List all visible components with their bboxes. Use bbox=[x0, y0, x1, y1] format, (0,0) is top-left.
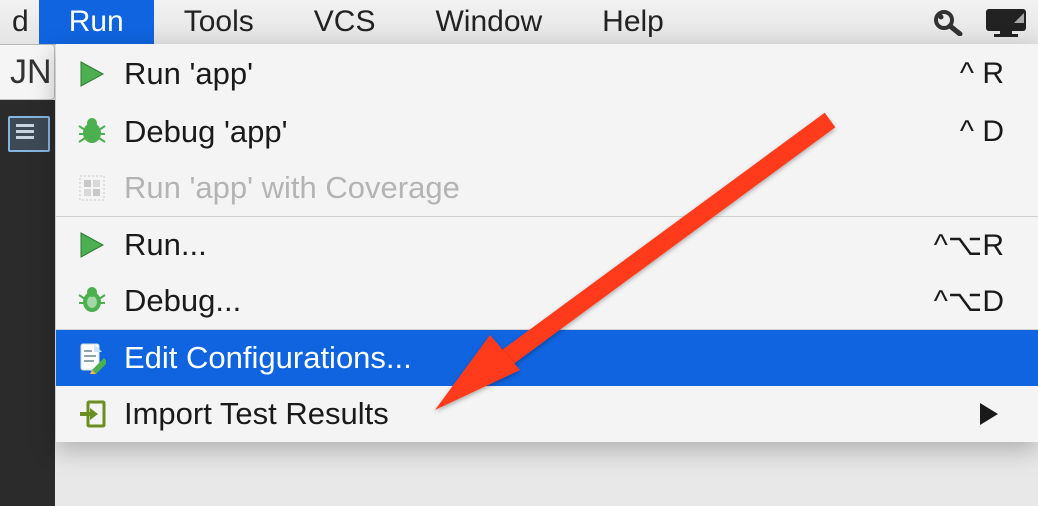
menu-item-help[interactable]: Help bbox=[572, 0, 694, 44]
import-icon bbox=[68, 400, 116, 428]
menu-item-label: Edit Configurations... bbox=[124, 340, 1038, 376]
play-icon bbox=[68, 60, 116, 88]
menu-item-label: Debug 'app' bbox=[124, 114, 960, 150]
screen-share-icon[interactable] bbox=[974, 7, 1038, 37]
menu-item-debug-choose[interactable]: Debug... ^⌥D bbox=[56, 273, 1038, 329]
menu-item-shortcut: ^⌥D bbox=[934, 284, 1004, 319]
menu-item-label: Window bbox=[435, 5, 542, 39]
menu-item-label: VCS bbox=[314, 5, 376, 39]
spotlight-icon[interactable] bbox=[924, 8, 974, 36]
menu-item-shortcut: ^ D bbox=[960, 115, 1004, 149]
menu-item-label: Debug... bbox=[124, 283, 934, 319]
menu-item-run-choose[interactable]: Run... ^⌥R bbox=[56, 216, 1038, 273]
menu-item-run-app[interactable]: Run 'app' ^ R bbox=[56, 44, 1038, 104]
coverage-icon bbox=[68, 174, 116, 202]
menu-bar: d Run Tools VCS Window Help bbox=[0, 0, 1038, 45]
tool-window-button[interactable] bbox=[8, 116, 50, 152]
menu-item-label: Run 'app' bbox=[124, 56, 960, 92]
menu-item-label: Tools bbox=[184, 5, 254, 39]
menu-item-run[interactable]: Run bbox=[39, 0, 154, 44]
menu-item-label: Run bbox=[69, 5, 124, 39]
menu-item-label: d bbox=[12, 5, 29, 39]
bug-icon bbox=[68, 118, 116, 146]
menu-item-debug-app[interactable]: Debug 'app' ^ D bbox=[56, 104, 1038, 160]
editor-tab-peek: JN bbox=[0, 44, 55, 100]
menu-item-run-coverage: Run 'app' with Coverage bbox=[56, 160, 1038, 216]
menu-item-vcs[interactable]: VCS bbox=[284, 0, 406, 44]
menu-item-partial[interactable]: d bbox=[8, 0, 39, 44]
menu-item-window[interactable]: Window bbox=[405, 0, 572, 44]
menu-item-label: Run 'app' with Coverage bbox=[124, 170, 1038, 206]
tool-window-bar bbox=[0, 100, 55, 506]
menu-item-tools[interactable]: Tools bbox=[154, 0, 284, 44]
menu-item-label: Run... bbox=[124, 227, 934, 263]
editor-tab-text: JN bbox=[10, 53, 52, 92]
list-icon bbox=[16, 124, 34, 127]
menu-item-shortcut: ^⌥R bbox=[934, 228, 1004, 263]
submenu-chevron-icon bbox=[980, 403, 998, 425]
play-icon bbox=[68, 231, 116, 259]
menu-item-import-test-results[interactable]: Import Test Results bbox=[56, 386, 1038, 442]
run-menu-dropdown: Run 'app' ^ R Debug 'app' ^ D Run 'app' … bbox=[56, 44, 1038, 442]
menu-item-label: Import Test Results bbox=[124, 396, 980, 432]
menu-item-edit-configurations[interactable]: Edit Configurations... bbox=[56, 329, 1038, 386]
menu-item-shortcut: ^ R bbox=[960, 57, 1004, 91]
edit-config-icon bbox=[68, 342, 116, 374]
bug-green-icon bbox=[68, 287, 116, 315]
menu-item-label: Help bbox=[602, 5, 664, 39]
